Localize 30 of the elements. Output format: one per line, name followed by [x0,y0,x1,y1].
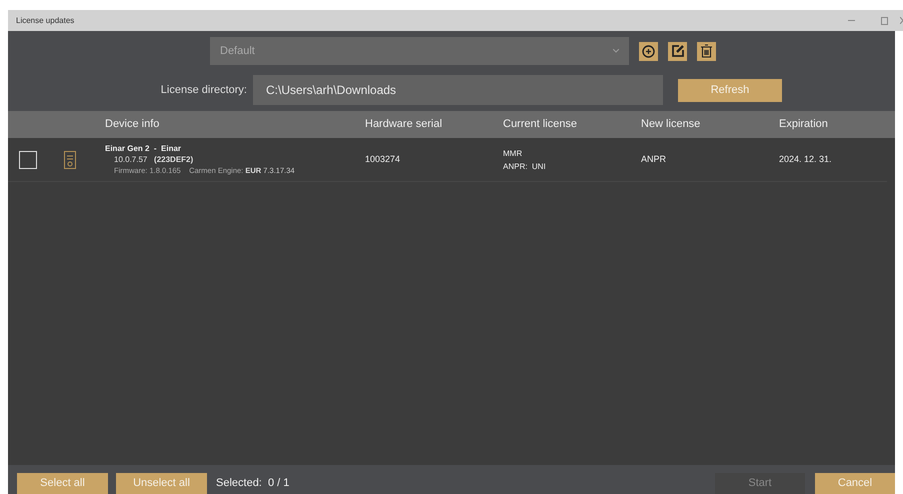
column-header: Expiration [779,117,829,132]
column-header: Current license [503,117,578,132]
cancel-button[interactable]: Cancel [815,473,895,494]
table-cell-text: 2024. 12. 31. [779,152,833,166]
directory-field[interactable]: C:\Users\arh\Downloads [253,75,663,105]
refresh-button[interactable]: Refresh [678,78,782,102]
delete-button[interactable] [697,42,716,60]
trash-icon [700,44,713,58]
column-header: New license [641,117,702,132]
unselect-all-button[interactable]: Unselect all [116,473,207,494]
edit-button[interactable] [668,42,687,60]
plus-circle-icon [642,44,655,58]
profile-dropdown[interactable]: Default [210,37,629,65]
edit-icon [670,44,684,58]
document-icon [64,150,76,168]
table-cell-text: ANPR [641,152,668,166]
window-title: License updates [16,14,76,26]
table-cell-text: 1003274 [365,152,402,166]
column-header: Device info [105,117,160,132]
add-button[interactable] [639,42,658,60]
table-cell-text: ANPR: UNI [503,160,547,172]
select-all-button[interactable]: Select all [17,473,108,494]
table-cell-text: MMR [503,148,524,160]
device-version: 10.0.7.57 (223DEF2) [113,154,194,165]
device-name: Einar Gen 2 - Einar [105,143,182,154]
checkbox[interactable] [19,150,37,168]
column-header: Hardware serial [365,117,444,132]
selected-count: Selected: 0 / 1 [216,476,290,492]
chevron-down-icon [613,49,619,53]
directory-label: License directory: [160,82,248,98]
